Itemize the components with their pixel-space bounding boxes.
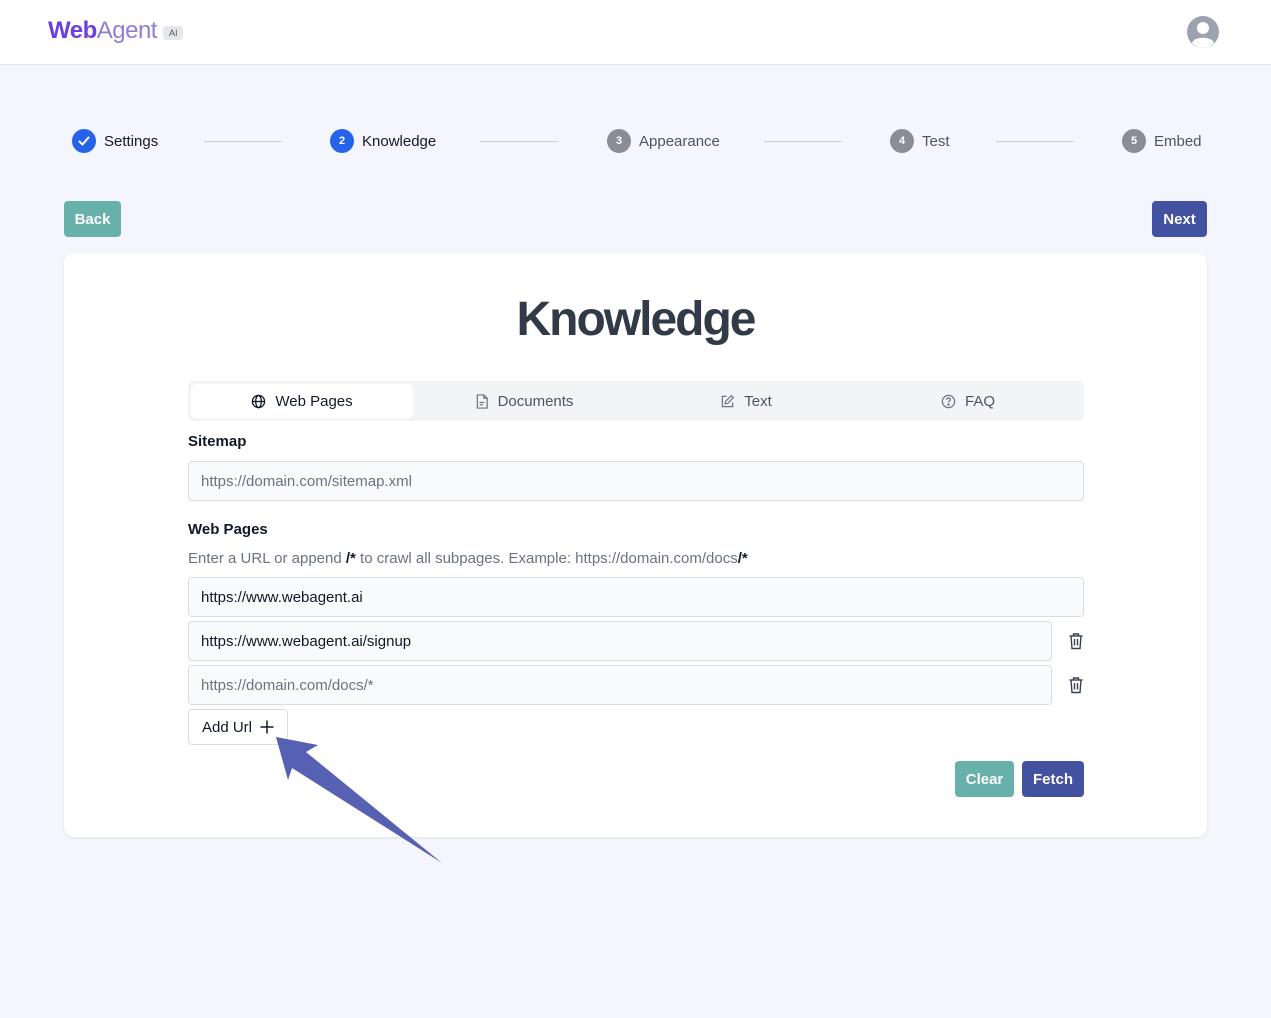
step-connector bbox=[480, 141, 558, 142]
step-appearance[interactable]: 3 Appearance bbox=[607, 128, 720, 154]
tab-label: Documents bbox=[497, 392, 574, 410]
globe-icon bbox=[252, 394, 266, 408]
tab-web-pages[interactable]: Web Pages bbox=[191, 384, 413, 418]
url-input-3[interactable] bbox=[188, 665, 1052, 705]
add-url-label: Add Url bbox=[201, 718, 253, 736]
web-pages-helper-text: Enter a URL or append /* to crawl all su… bbox=[188, 550, 748, 567]
logo-agent-text: Agent bbox=[96, 17, 158, 44]
pencil-icon bbox=[721, 394, 735, 407]
url-input-2[interactable] bbox=[188, 621, 1052, 661]
back-button[interactable]: Back bbox=[64, 201, 121, 237]
tab-label: Web Pages bbox=[275, 392, 353, 410]
step-number: 2 bbox=[330, 129, 354, 153]
step-embed[interactable]: 5 Embed bbox=[1122, 128, 1202, 154]
step-label: Settings bbox=[104, 132, 159, 150]
question-icon bbox=[941, 394, 956, 408]
tab-label: FAQ bbox=[964, 392, 995, 410]
next-button[interactable]: Next bbox=[1152, 201, 1207, 237]
tab-faq[interactable]: FAQ bbox=[857, 384, 1079, 418]
step-test[interactable]: 4 Test bbox=[890, 128, 950, 154]
step-knowledge[interactable]: 2 Knowledge bbox=[330, 128, 436, 154]
page-title: Knowledge bbox=[516, 293, 756, 346]
step-settings[interactable]: Settings bbox=[72, 128, 158, 154]
top-header: Web Agent AI bbox=[0, 0, 1271, 65]
step-connector bbox=[996, 141, 1074, 142]
sitemap-input[interactable] bbox=[188, 461, 1084, 501]
plus-icon bbox=[260, 720, 274, 734]
step-label: Appearance bbox=[639, 132, 720, 150]
step-number: 4 bbox=[890, 129, 914, 153]
logo-web-text: Web bbox=[48, 17, 97, 44]
step-number: 5 bbox=[1122, 129, 1146, 153]
fetch-button[interactable]: Fetch bbox=[1022, 761, 1084, 797]
web-pages-label: Web Pages bbox=[188, 521, 268, 538]
clear-button[interactable]: Clear bbox=[955, 761, 1014, 797]
step-label: Embed bbox=[1154, 132, 1202, 150]
add-url-button[interactable]: Add Url bbox=[188, 709, 288, 745]
wizard-stepper: Settings 2 Knowledge 3 Appearance 4 Test… bbox=[0, 128, 1271, 154]
step-label: Knowledge bbox=[362, 132, 437, 150]
step-label: Test bbox=[922, 132, 950, 150]
document-icon bbox=[476, 393, 488, 409]
url-input-1[interactable] bbox=[188, 577, 1084, 617]
step-connector bbox=[204, 141, 282, 142]
check-icon bbox=[72, 129, 96, 153]
tab-documents[interactable]: Documents bbox=[413, 384, 635, 418]
trash-icon[interactable] bbox=[1068, 676, 1084, 694]
sitemap-label: Sitemap bbox=[188, 433, 247, 450]
knowledge-source-tabs: Web Pages Documents Text FAQ bbox=[188, 381, 1084, 421]
tab-label: Text bbox=[744, 392, 772, 410]
webagent-logo[interactable]: Web Agent AI bbox=[48, 17, 184, 45]
step-connector bbox=[764, 141, 842, 142]
logo-ai-badge: AI bbox=[162, 25, 184, 40]
step-number: 3 bbox=[607, 129, 631, 153]
user-avatar-icon[interactable] bbox=[1186, 15, 1220, 49]
tab-text[interactable]: Text bbox=[635, 384, 857, 418]
trash-icon[interactable] bbox=[1068, 632, 1084, 650]
